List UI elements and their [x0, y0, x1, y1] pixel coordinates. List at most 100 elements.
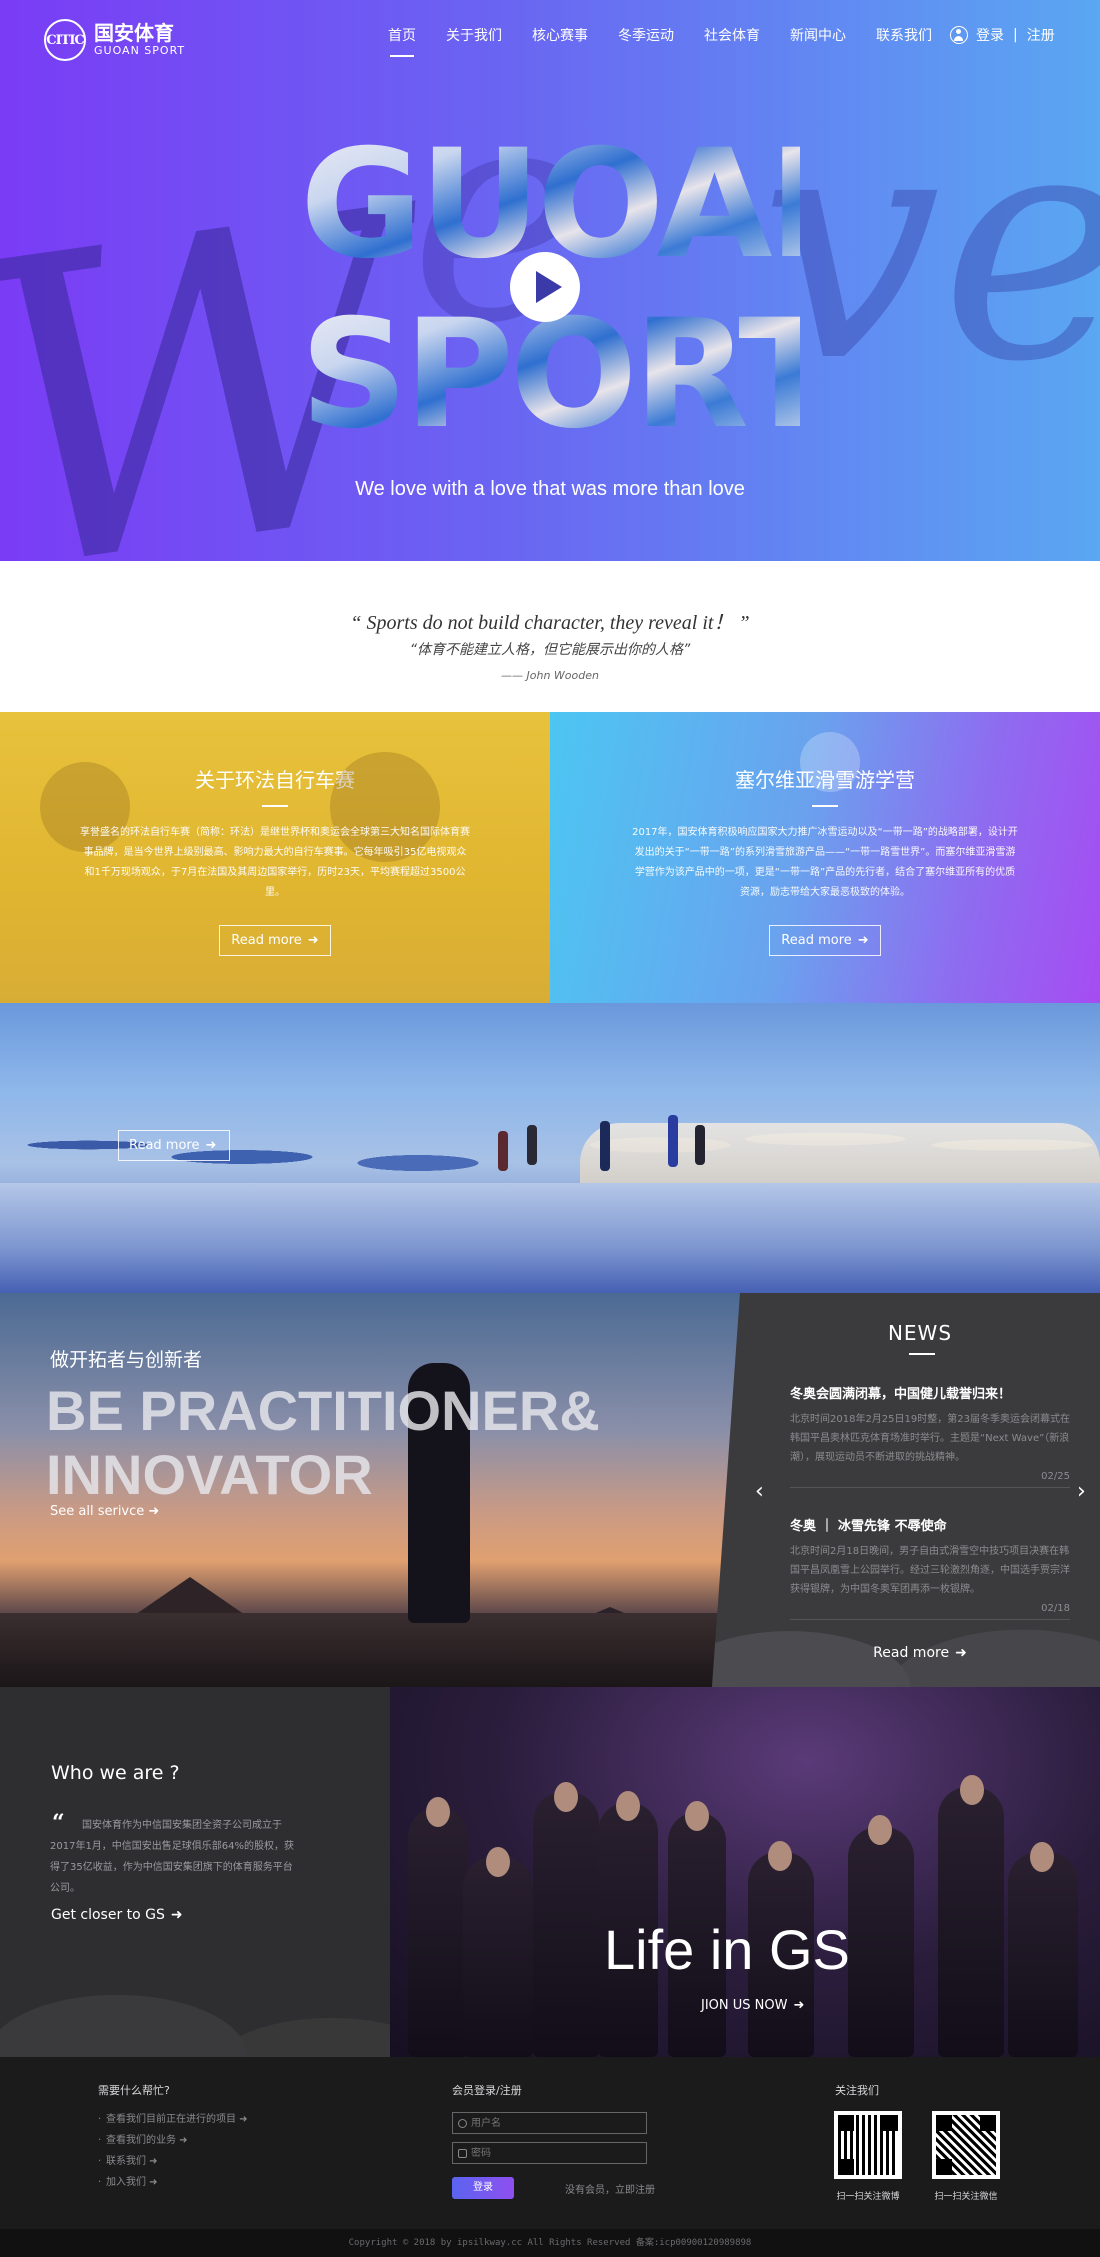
nav-item-news[interactable]: 新闻中心 [790, 25, 846, 45]
see-all-service-link[interactable]: See all serivce ➜ [50, 1504, 159, 1519]
register-now-link[interactable]: 没有会员，立即注册 [565, 2181, 655, 2196]
who-we-are-title: Who we are ? [51, 1762, 180, 1784]
cycling-read-more-button[interactable]: Read more ➜ [219, 925, 331, 956]
quote-author: —— John Wooden [501, 669, 599, 682]
help-link-contact[interactable]: 联系我们 ➜ [98, 2151, 248, 2172]
team-member-face [768, 1841, 792, 1871]
arrow-right-icon: ➜ [146, 2177, 158, 2188]
title-underline [909, 1353, 935, 1355]
weibo-qr-label: 扫一扫关注微博 [836, 2192, 900, 2202]
page: W e ve CITIC 国安体育 GUOAN SPORT 首页 关于我们 核心… [0, 0, 1100, 2257]
news-item-body: 北京时间2月18日晚间，男子自由式滑雪空中技巧项目决赛在韩国平昌凤凰雪上公园举行… [790, 1546, 1070, 1595]
help-links: 查看我们目前正在进行的项目 ➜ 查看我们的业务 ➜ 联系我们 ➜ 加入我们 ➜ [98, 2109, 248, 2193]
follow-us-title: 关注我们 [835, 2084, 879, 2097]
nav-item-events[interactable]: 核心赛事 [532, 25, 588, 45]
link-label: See all serivce [50, 1504, 145, 1519]
help-link-join[interactable]: 加入我们 ➜ [98, 2172, 248, 2193]
ski-read-more-button[interactable]: Read more ➜ [769, 925, 881, 956]
link-label: Get closer to GS [51, 1907, 165, 1923]
skier-shape [800, 732, 860, 792]
quote-chinese: “体育不能建立人格，但它能展示出你的人格” [409, 642, 691, 658]
life-in-gs-section: Life in GS JION US NOW ➜ [368, 1687, 1100, 2057]
news-prev-arrow-icon[interactable]: ‹ [755, 1479, 764, 1504]
play-video-button[interactable] [510, 252, 580, 322]
login-link[interactable]: 登录 [976, 25, 1004, 45]
logo-cn: 国安体育 [94, 21, 174, 45]
quote-english: “ Sports do not build character, they re… [350, 612, 750, 634]
citic-logo-icon: CITIC [44, 19, 86, 61]
username-field[interactable] [452, 2112, 647, 2134]
news-item[interactable]: 冬奥会圆满闭幕，中国健儿载誉归来！ 北京时间2018年2月25日19时整，第23… [790, 1383, 1070, 1488]
link-label: 联系我们 [106, 2156, 146, 2167]
ski-text: 2017年，国安体育积极响应国家大力推广冰雪运动以及“一带一路”的战略部署，设计… [632, 827, 1018, 898]
practitioner-cn-title: 做开拓者与创新者 [50, 1349, 203, 1371]
link-label: 查看我们的业务 [106, 2135, 176, 2146]
arrow-right-icon: ➜ [144, 1504, 160, 1519]
nav-item-winter[interactable]: 冬季运动 [618, 25, 674, 45]
logo[interactable]: CITIC 国安体育 GUOAN SPORT [44, 19, 185, 61]
wechat-qr-label: 扫一扫关注微信 [934, 2192, 998, 2202]
join-us-link[interactable]: JION US NOW ➜ [701, 1998, 804, 2013]
news-item-body: 北京时间2018年2月25日19时整，第23届冬季奥运会闭幕式在韩国平昌奥林匹克… [790, 1414, 1070, 1463]
button-label: Read more [129, 1138, 200, 1153]
team-member-face [426, 1797, 450, 1827]
help-title: 需要什么帮忙? [98, 2084, 170, 2097]
news-item-date: 02/18 [790, 1603, 1070, 1620]
team-member-face [960, 1775, 984, 1805]
copyright-bar: Copyright © 2018 by ipsilkway.cc All Rig… [0, 2229, 1100, 2257]
password-field[interactable] [452, 2142, 647, 2164]
member-login-title: 会员登录/注册 [452, 2084, 522, 2097]
qr-pattern [936, 2115, 996, 2175]
arrow-right-icon: ➜ [170, 1907, 183, 1923]
who-we-are-section: Who we are ? “ 国安体育作为中信国安集团全资子公司成立于2017年… [0, 1687, 390, 2057]
news-read-more-link[interactable]: Read more ➜ [712, 1645, 1100, 1661]
lock-icon [458, 2149, 467, 2158]
skater-figure [668, 1115, 678, 1167]
help-link-projects[interactable]: 查看我们目前正在进行的项目 ➜ [98, 2109, 248, 2130]
team-member-face [868, 1815, 892, 1845]
register-link[interactable]: 注册 [1027, 25, 1055, 45]
nav-item-contact[interactable]: 联系我们 [876, 25, 932, 45]
winter-read-more-button[interactable]: Read more ➜ [118, 1130, 230, 1161]
news-next-arrow-icon[interactable]: › [1077, 1479, 1086, 1504]
cycling-text: 享誉盛名的环法自行车赛（简称：环法）是继世界杯和奥运会全球第三大知名国际体育赛事… [80, 827, 470, 898]
link-label: JION US NOW [701, 1998, 788, 2013]
hero-section: W e ve CITIC 国安体育 GUOAN SPORT 首页 关于我们 核心… [0, 0, 1100, 561]
top-nav: CITIC 国安体育 GUOAN SPORT 首页 关于我们 核心赛事 冬季运动… [0, 0, 1100, 72]
arrow-right-icon: ➜ [146, 2156, 158, 2167]
hero-tagline: We love with a love that was more than l… [355, 478, 745, 500]
title-underline [262, 805, 288, 807]
news-item[interactable]: 冬奥 ｜ 冰雪先锋 不辱使命 北京时间2月18日晚间，男子自由式滑雪空中技巧项目… [790, 1515, 1070, 1620]
nav-item-about[interactable]: 关于我们 [446, 25, 502, 45]
news-item-title: 冬奥会圆满闭幕，中国健儿载誉归来！ [790, 1387, 1012, 1402]
logo-en: GUOAN SPORT [94, 44, 186, 57]
news-item-title: 冬奥 ｜ 冰雪先锋 不辱使命 [790, 1519, 947, 1534]
team-member-figure [408, 1807, 468, 2057]
team-member-face [1030, 1842, 1054, 1872]
team-member-figure [533, 1792, 599, 2057]
skater-figure [527, 1125, 537, 1165]
team-member-figure [1008, 1852, 1078, 2057]
arrow-right-icon: ➜ [176, 2135, 188, 2146]
nav-menu: 首页 关于我们 核心赛事 冬季运动 社会体育 新闻中心 联系我们 [388, 25, 962, 57]
life-in-gs-title: Life in GS [604, 1918, 850, 1981]
team-member-figure [463, 1857, 533, 2057]
team-member-figure [938, 1787, 1004, 2057]
nav-item-social[interactable]: 社会体育 [704, 25, 760, 45]
arrow-right-icon: ➜ [307, 933, 319, 948]
link-label: Read more [873, 1645, 950, 1661]
button-label: Read more [781, 933, 852, 948]
help-link-business[interactable]: 查看我们的业务 ➜ [98, 2130, 248, 2151]
arrow-right-icon: ➜ [236, 2114, 248, 2125]
arrow-right-icon: ➜ [857, 933, 869, 948]
button-label: Read more [231, 933, 302, 948]
user-icon[interactable] [950, 26, 968, 44]
get-closer-link[interactable]: Get closer to GS ➜ [51, 1907, 183, 1923]
skater-figure [498, 1131, 508, 1171]
nav-item-home[interactable]: 首页 [388, 25, 416, 57]
skater-figure [695, 1125, 705, 1165]
login-button[interactable]: 登录 [452, 2177, 514, 2199]
user-icon [458, 2119, 467, 2128]
team-member-face [554, 1782, 578, 1812]
cycling-panel: 关于环法自行车赛 享誉盛名的环法自行车赛（简称：环法）是继世界杯和奥运会全球第三… [0, 712, 550, 1003]
